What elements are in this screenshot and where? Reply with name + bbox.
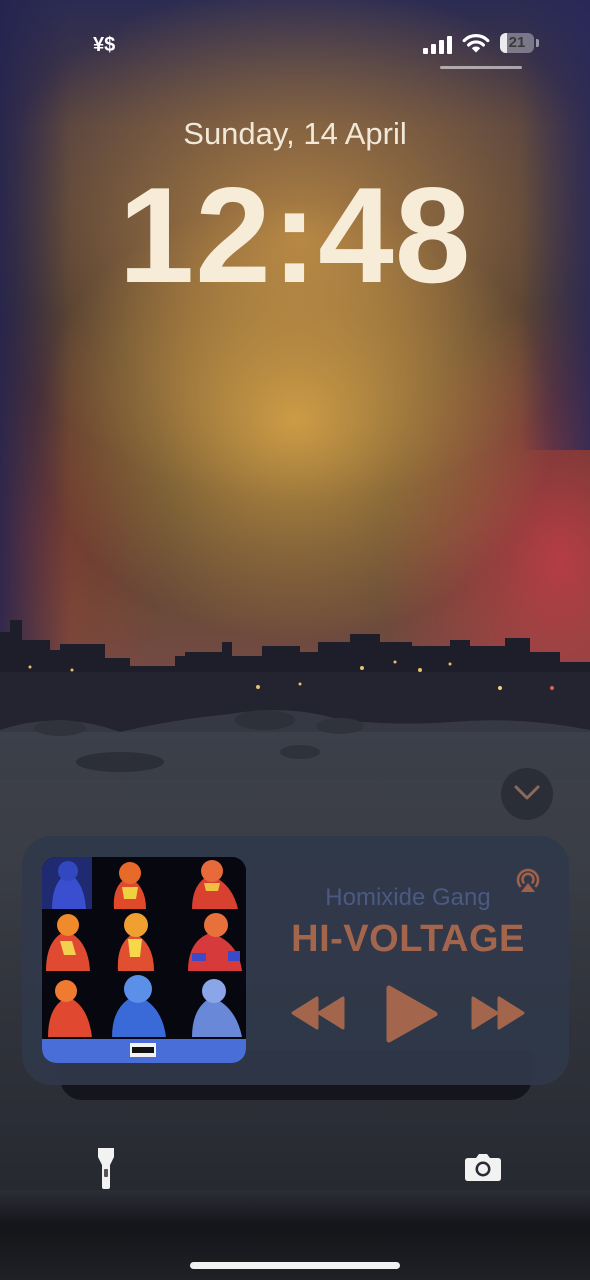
fast-forward-button[interactable] <box>470 993 526 1033</box>
wallpaper-rocks <box>0 710 590 780</box>
play-icon <box>386 985 438 1043</box>
flashlight-button[interactable] <box>93 1145 119 1191</box>
album-artwork-image <box>42 857 246 1063</box>
battery-icon: 21 <box>500 33 540 53</box>
track-artist: Homixide Gang <box>325 884 491 911</box>
play-button[interactable] <box>383 983 441 1045</box>
lock-screen-time: 12:48 <box>118 159 472 311</box>
chevron-down-icon <box>514 785 540 800</box>
battery-cap <box>536 39 539 47</box>
carrier-label: ¥$ <box>93 34 116 56</box>
collapse-player-button[interactable] <box>501 768 553 820</box>
control-center-indicator[interactable] <box>440 66 522 69</box>
rewind-icon <box>291 996 345 1030</box>
battery-percentage: 21 <box>508 34 526 51</box>
wifi-icon <box>462 34 490 53</box>
lock-screen-date: Sunday, 14 April <box>183 116 407 151</box>
battery-body: 21 <box>500 33 534 53</box>
camera-icon <box>465 1154 501 1181</box>
album-artwork[interactable] <box>42 857 246 1063</box>
home-indicator[interactable] <box>190 1262 400 1269</box>
cellular-signal-icon <box>423 36 452 54</box>
flashlight-icon <box>98 1148 114 1189</box>
track-title: HI-VOLTAGE <box>291 918 525 960</box>
rewind-button[interactable] <box>290 993 346 1033</box>
fast-forward-icon <box>471 996 525 1030</box>
wallpaper-sky-edge <box>0 0 70 700</box>
wallpaper-sky <box>0 0 590 700</box>
camera-button[interactable] <box>464 1152 502 1182</box>
status-bar: ¥$ 21 <box>0 0 590 80</box>
